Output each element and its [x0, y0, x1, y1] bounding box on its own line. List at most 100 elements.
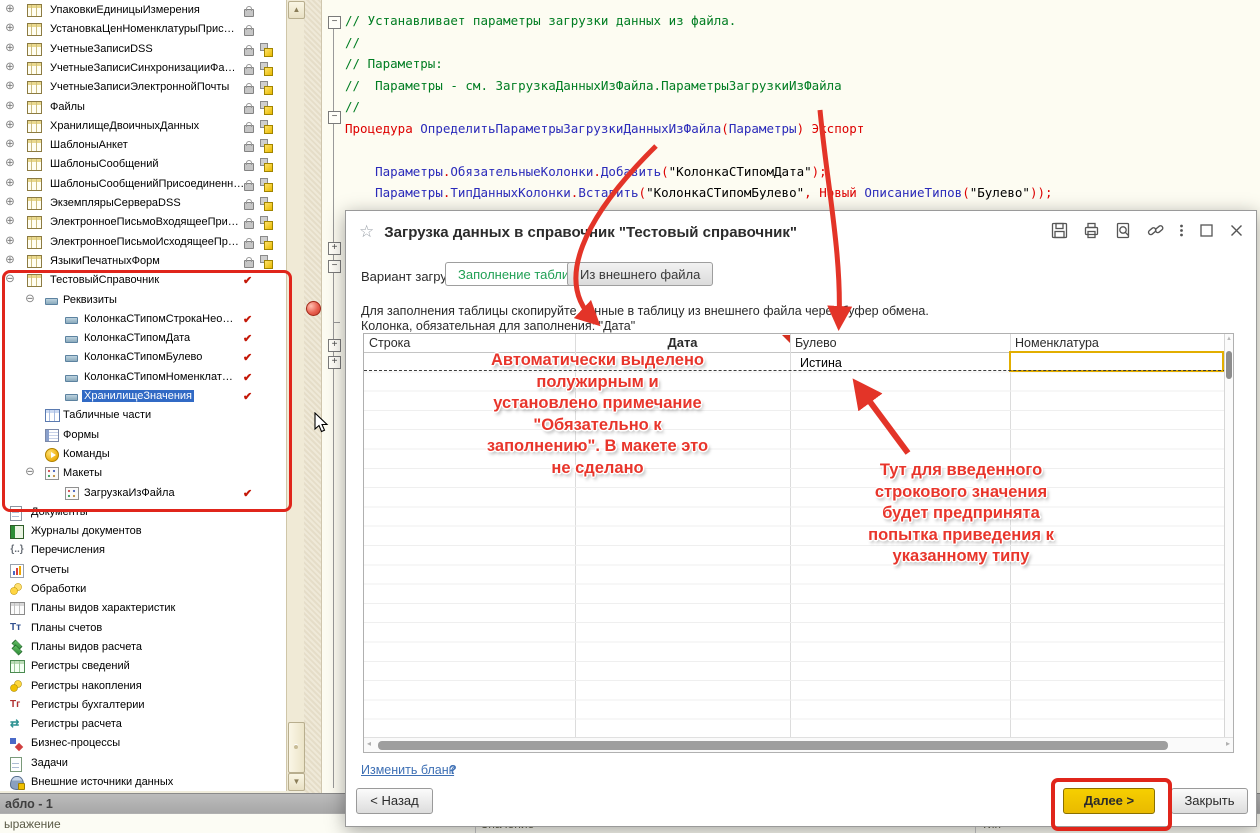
tree-item[interactable]: Бизнес-процессы [0, 734, 286, 753]
tree-item[interactable]: Планы счетов [0, 619, 286, 638]
tree-item[interactable]: Обработки [0, 580, 286, 599]
next-button[interactable]: Далее > [1063, 788, 1155, 814]
help-link[interactable]: ? [449, 763, 457, 777]
tree-item[interactable]: ⊖ТестовыйСправочник✔ [0, 271, 286, 290]
tree-item[interactable]: Формы [0, 426, 286, 445]
print-icon[interactable] [1083, 222, 1100, 239]
breakpoint-icon[interactable] [306, 301, 321, 316]
tree-item[interactable]: ⊖Реквизиты [0, 291, 286, 310]
tree-item[interactable]: Внешние источники данных [0, 773, 286, 791]
table-horizontal-scrollbar[interactable]: ◂ ▸ [364, 737, 1233, 752]
fold-expand-icon[interactable]: + [328, 242, 341, 255]
col-header-nomenclature[interactable]: Номенклатура [1010, 334, 1226, 352]
expand-icon[interactable]: ⊕ [4, 3, 16, 15]
fold-collapse-icon[interactable]: − [328, 16, 341, 29]
fold-expand-icon[interactable]: + [328, 339, 341, 352]
tree-item[interactable]: ⊕УстановкаЦенНоменклатурыПрис… [0, 20, 286, 39]
expand-icon[interactable]: ⊕ [4, 235, 16, 247]
close-icon[interactable] [1229, 223, 1244, 238]
fold-collapse-icon[interactable]: − [328, 260, 341, 273]
tree-item[interactable]: Журналы документов [0, 522, 286, 541]
tree-item[interactable]: ХранилищеЗначения✔ [0, 387, 286, 406]
scroll-up-icon[interactable]: ▲ [1226, 336, 1232, 342]
fold-expand-icon[interactable]: + [328, 356, 341, 369]
tree-item[interactable]: Команды [0, 445, 286, 464]
tree-item[interactable]: Регистры расчета [0, 715, 286, 734]
expand-icon[interactable]: ⊕ [4, 254, 16, 266]
expand-icon[interactable]: ⊕ [4, 100, 16, 112]
tree-item-label: Внешние источники данных [29, 776, 175, 788]
tree-item[interactable]: ⊕ЭлектронноеПисьмоИсходящееПр… [0, 233, 286, 252]
tree-item[interactable]: ЗагрузкаИзФайла✔ [0, 484, 286, 503]
close-button[interactable]: Закрыть [1171, 788, 1248, 814]
tree-item[interactable]: ⊕ШаблоныСообщенийПрисоединенн… [0, 175, 286, 194]
scroll-up-button[interactable]: ▲ [288, 1, 305, 19]
tree-item[interactable]: Документы [0, 503, 286, 522]
col-header-boolean[interactable]: Булево [790, 334, 1010, 352]
link-icon[interactable] [1147, 222, 1164, 239]
breakpoint-margin[interactable] [304, 0, 322, 793]
expand-icon[interactable]: ⊕ [4, 119, 16, 131]
tree-item[interactable]: КолонкаСТипомСтрокаНео…✔ [0, 310, 286, 329]
tab-from-file[interactable]: Из внешнего файла [567, 262, 713, 286]
tree-item[interactable]: Планы видов характеристик [0, 599, 286, 618]
back-button[interactable]: < Назад [356, 788, 433, 814]
scrollbar-thumb[interactable] [288, 722, 305, 773]
tree-item[interactable]: Регистры сведений [0, 657, 286, 676]
preview-icon[interactable] [1115, 222, 1132, 239]
tree-scrollbar[interactable]: ▲ ▼ [286, 0, 304, 791]
metadata-tree[interactable]: ⊕УпаковкиЕдиницыИзмерения⊕УстановкаЦенНо… [0, 0, 286, 791]
dialog-titlebar[interactable]: ☆ Загрузка данных в справочник "Тестовый… [346, 211, 1256, 253]
fold-collapse-icon[interactable]: − [328, 111, 341, 124]
code-lines[interactable]: // Устанавливает параметры загрузки данн… [345, 10, 1245, 204]
tree-item[interactable]: ⊕ЯзыкиПечатныхФорм [0, 252, 286, 271]
expand-icon[interactable]: ⊕ [4, 22, 16, 34]
tree-item[interactable]: Табличные части [0, 406, 286, 425]
expand-icon[interactable]: ⊕ [4, 138, 16, 150]
more-menu-icon[interactable] [1179, 222, 1184, 239]
expand-icon[interactable]: ⊕ [4, 80, 16, 92]
tree-item[interactable]: Регистры бухгалтерии [0, 696, 286, 715]
tree-item[interactable]: ⊕УчетныеЗаписиЭлектроннойПочты [0, 78, 286, 97]
edit-form-link[interactable]: Изменить бланк [361, 763, 454, 777]
expand-icon[interactable]: ⊕ [4, 61, 16, 73]
tree-item[interactable]: ⊕Файлы [0, 98, 286, 117]
scroll-left-icon[interactable]: ◂ [367, 739, 371, 748]
scroll-down-button[interactable]: ▼ [288, 773, 305, 791]
tree-item[interactable]: Регистры накопления [0, 677, 286, 696]
favorite-star-icon[interactable]: ☆ [359, 222, 374, 242]
tree-item[interactable]: КолонкаСТипомНоменклат…✔ [0, 368, 286, 387]
tree-item[interactable]: ⊕ШаблоныСообщений [0, 155, 286, 174]
tree-item[interactable]: Перечисления [0, 541, 286, 560]
scrollbar-thumb[interactable] [1226, 351, 1232, 379]
tree-item[interactable]: КолонкаСТипомБулево✔ [0, 348, 286, 367]
save-icon[interactable] [1051, 222, 1068, 239]
collapse-icon[interactable]: ⊖ [24, 466, 36, 478]
collapse-icon[interactable]: ⊖ [4, 273, 16, 285]
tree-item[interactable]: ⊕УчетныеЗаписиСинхронизацииФа… [0, 59, 286, 78]
expand-icon[interactable]: ⊕ [4, 196, 16, 208]
expand-icon[interactable]: ⊕ [4, 157, 16, 169]
scroll-right-icon[interactable]: ▸ [1226, 739, 1230, 748]
annotation-line: будет предпринята [800, 503, 1122, 525]
tree-item[interactable]: Задачи [0, 754, 286, 773]
expand-icon[interactable]: ⊕ [4, 177, 16, 189]
maximize-icon[interactable] [1199, 223, 1214, 238]
tree-item[interactable]: ⊕ХранилищеДвоичныхДанных [0, 117, 286, 136]
tree-item[interactable]: ⊕ШаблоныАнкет [0, 136, 286, 155]
expand-icon[interactable]: ⊕ [4, 42, 16, 54]
active-cell[interactable] [1009, 351, 1224, 372]
collapse-icon[interactable]: ⊖ [24, 293, 36, 305]
tree-item[interactable]: КолонкаСТипомДата✔ [0, 329, 286, 348]
tree-item[interactable]: ⊖Макеты [0, 464, 286, 483]
expand-icon[interactable]: ⊕ [4, 215, 16, 227]
scrollbar-thumb[interactable] [378, 741, 1168, 750]
tree-item[interactable]: ⊕УпаковкиЕдиницыИзмерения [0, 1, 286, 20]
tree-item[interactable]: ⊕ЭкземплярыСервераDSS [0, 194, 286, 213]
tree-item[interactable]: ⊕ЭлектронноеПисьмоВходящееПри… [0, 213, 286, 232]
tree-item[interactable]: Планы видов расчета [0, 638, 286, 657]
tree-item[interactable]: ⊕УчетныеЗаписиDSS [0, 40, 286, 59]
tree-item-label: ЗагрузкаИзФайла [82, 487, 177, 499]
tree-item[interactable]: Отчеты [0, 561, 286, 580]
table-vertical-scrollbar[interactable]: ▲ [1224, 334, 1233, 737]
